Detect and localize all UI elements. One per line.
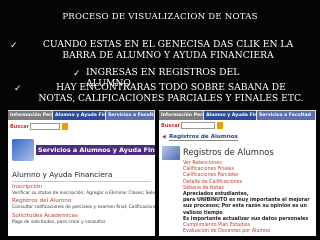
page-heading: Registros de Alumnos — [183, 147, 274, 157]
search-input[interactable] — [30, 123, 60, 130]
menu-item-title[interactable]: Inscripción — [12, 184, 154, 191]
menu-item-academic-requests[interactable]: Solicitudes Academicas Pago de solicitud… — [12, 213, 154, 226]
menu-item-student-records[interactable]: Registros del Alumno Consultar calificac… — [12, 198, 155, 211]
back-link[interactable]: Registros de Alumnos — [169, 134, 238, 141]
menu-item-desc: Consultar calificaciones de parciales y … — [12, 205, 155, 210]
tab-bar: Información Personal Alumno y Ayuda Fina… — [8, 110, 155, 120]
banner: Servicios a Alumnos y Ayuda Financiera — [12, 137, 155, 165]
bullet-1: CUANDO ESTAS EN EL GENECISA DAS CLIK EN … — [42, 39, 294, 61]
notice-text: sus procesos; Por esta razón su opinión … — [183, 204, 307, 210]
tab-personal-info[interactable]: Información Personal — [8, 111, 65, 120]
search-label: Buscar — [10, 124, 30, 130]
menu-item-desc: Pago de solicitudes, para crear y consul… — [12, 220, 106, 225]
tab-personal-info[interactable]: Información Personal — [159, 111, 216, 120]
tab-faculty-services[interactable]: Servicios a Facultad — [106, 111, 155, 120]
menu-item-title[interactable]: Registros del Alumno — [12, 198, 154, 205]
students-icon — [12, 139, 34, 161]
divider — [12, 181, 151, 182]
menu-item-registration[interactable]: Inscripción Verificar su status de inscr… — [12, 184, 155, 197]
section-title: Alumno y Ayuda Financiera — [12, 170, 113, 179]
checkmark-icon: ✓ — [14, 84, 22, 94]
search-go-button[interactable] — [62, 123, 68, 130]
slide-title: PROCESO DE VISUALIZACION DE NOTAS — [62, 12, 258, 22]
search-input[interactable] — [181, 122, 215, 129]
menu-item-desc: Verificar su status de inscripción; Agre… — [12, 191, 155, 196]
search-go-button[interactable] — [217, 122, 223, 129]
search-label: Buscar — [161, 123, 181, 129]
menu-item-title[interactable]: Solicitudes Academicas — [12, 213, 154, 220]
tab-student-aid[interactable]: Alumno y Ayuda Financiera — [53, 111, 126, 120]
tab-faculty-services[interactable]: Servicios a Facultad — [257, 111, 315, 120]
checkmark-icon: ✓ — [73, 69, 81, 79]
tab-student-aid[interactable]: Alumno y Ayuda Financiera — [204, 111, 277, 120]
right-screenshot: Información Personal Alumno y Ayuda Fina… — [159, 110, 316, 236]
banner-text: Servicios a Alumnos y Ayuda Financiera — [36, 145, 155, 155]
tab-bar: Información Personal Alumno y Ayuda Fina… — [159, 110, 316, 120]
checkmark-icon: ✓ — [10, 41, 18, 51]
records-list: Ver Retenciones Calificaciones Finales C… — [183, 161, 316, 235]
arrow-icon: ◀ — [162, 134, 166, 140]
records-icon — [162, 146, 180, 160]
link-teacher-evaluation[interactable]: Evaluación de Docentes por Alumno — [183, 229, 316, 235]
bullet-3: HAY ENCONTRARAS TODO SOBRE SABANA DE NOT… — [38, 82, 304, 104]
left-screenshot: Información Personal Alumno y Ayuda Fina… — [8, 110, 155, 236]
